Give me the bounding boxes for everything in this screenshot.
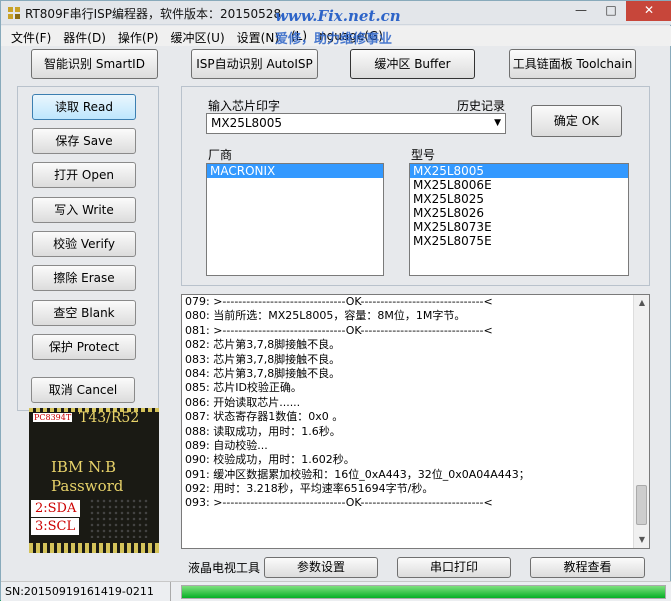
log-scrollbar[interactable]: ▲ ▼	[633, 295, 649, 548]
blank-button[interactable]: 查空 Blank	[32, 300, 136, 326]
toolchain-button[interactable]: 工具链面板 Toolchain	[509, 49, 636, 79]
smartid-button[interactable]: 智能识别 SmartID	[31, 49, 158, 79]
log-line: 089: 自动校验...	[185, 438, 268, 452]
log-line: 080: 当前所选：MX25L8005，容量：8M位，1M字节。	[185, 309, 466, 323]
menu-bar: 文件(F) 器件(D) 操作(P) 缓冲区(U) 设置(N) (L) nguag…	[1, 26, 671, 46]
serial-number: SN:20150919161419-0211	[1, 582, 171, 601]
menu-device[interactable]: 器件(D)	[57, 26, 112, 46]
menu-language[interactable]: nguage(G)	[313, 26, 389, 46]
log-line: 087: 状态寄存器1数值：0x0 。	[185, 410, 344, 424]
log-line: 079: >-------------------------------OK-…	[185, 295, 493, 308]
verify-button[interactable]: 校验 Verify	[32, 231, 136, 257]
list-item[interactable]: MX25L8073E	[410, 220, 628, 234]
log-line: 082: 芯片第3,7,8脚接触不良。	[185, 338, 341, 352]
log-line: 085: 芯片ID校验正确。	[185, 381, 302, 395]
vendor-label: 厂商	[208, 148, 233, 162]
open-button[interactable]: 打开 Open	[32, 162, 136, 188]
ok-button[interactable]: 确定 OK	[531, 105, 622, 137]
menu-l[interactable]: (L)	[285, 26, 313, 46]
save-button[interactable]: 保存 Save	[32, 128, 136, 154]
log-line: 081: >-------------------------------OK-…	[185, 323, 493, 337]
status-bar: SN:20150919161419-0211	[1, 581, 671, 601]
chip-texture	[89, 498, 149, 538]
list-item[interactable]: MX25L8075E	[410, 234, 628, 248]
params-button[interactable]: 参数设置	[264, 557, 378, 578]
title-bar: RT809F串行ISP编程器，软件版本：20150528 www.Fix.net…	[1, 1, 671, 25]
lcd-tool-label: 液晶电视工具	[188, 561, 261, 575]
log-line: 090: 校验成功，用时：1.602秒。	[185, 453, 355, 467]
list-item[interactable]: MACRONIX	[207, 164, 383, 178]
list-item[interactable]: MX25L8025	[410, 192, 628, 206]
log-line: 088: 读取成功，用时：1.6秒。	[185, 424, 341, 438]
erase-button[interactable]: 擦除 Erase	[32, 265, 136, 291]
chip-mark-value: MX25L8005	[211, 116, 283, 130]
operation-panel: 读取 Read 保存 Save 打开 Open 写入 Write 校验 Veri…	[17, 86, 159, 411]
chip-tag: PC8394T	[33, 413, 73, 422]
progress-fill	[182, 586, 665, 598]
list-item[interactable]: MX25L8005	[410, 164, 628, 178]
chip-pin-sda: 2:SDA	[31, 500, 81, 517]
history-label: 历史记录	[457, 99, 506, 113]
log-line: 092: 用时：3.218秒，平均速率651694字节/秒。	[185, 482, 434, 496]
log-line: 084: 芯片第3,7,8脚接触不良。	[185, 366, 341, 380]
chip-mark-combobox[interactable]: MX25L8005 ▼	[206, 113, 506, 134]
menu-buffer[interactable]: 缓冲区(U)	[165, 26, 231, 46]
scroll-thumb[interactable]	[636, 485, 647, 525]
window-title: RT809F串行ISP编程器，软件版本：20150528	[25, 7, 282, 21]
log-line: 083: 芯片第3,7,8脚接触不良。	[185, 352, 341, 366]
app-window: RT809F串行ISP编程器，软件版本：20150528 www.Fix.net…	[0, 0, 671, 601]
chip-caption: IBM N.B Password	[51, 458, 123, 496]
chip-caption-line2: Password	[51, 477, 124, 495]
chip-image: PC8394T T43/R52 IBM N.B Password 2:SDA 3:…	[29, 408, 159, 553]
list-item[interactable]: MX25L8006E	[410, 178, 628, 192]
close-icon[interactable]: ✕	[626, 1, 671, 21]
scroll-up-icon[interactable]: ▲	[634, 295, 649, 311]
protect-button[interactable]: 保护 Protect	[32, 334, 136, 360]
scroll-down-icon[interactable]: ▼	[634, 532, 649, 548]
menu-file[interactable]: 文件(F)	[5, 26, 57, 46]
log-line: 091: 缓冲区数据累加校验和：16位_0xA443，32位_0x0A04A44…	[185, 467, 530, 481]
read-button[interactable]: 读取 Read	[32, 94, 136, 120]
vendor-list[interactable]: MACRONIX	[206, 163, 384, 276]
model-list[interactable]: MX25L8005 MX25L8006E MX25L8025 MX25L8026…	[409, 163, 629, 276]
cancel-button[interactable]: 取消 Cancel	[31, 377, 135, 403]
app-icon	[8, 7, 20, 19]
progress-bar	[181, 585, 666, 599]
chip-mark-label: 输入芯片印字	[208, 99, 281, 113]
log-line: 086: 开始读取芯片......	[185, 395, 301, 409]
chip-code: T43/R52	[79, 410, 140, 426]
minimize-icon[interactable]: —	[566, 1, 596, 21]
chip-pins-bottom	[29, 543, 159, 553]
maximize-icon[interactable]: □	[596, 1, 626, 21]
autoisp-button[interactable]: ISP自动识别 AutoISP	[191, 49, 318, 79]
log-line: 093: >-------------------------------OK-…	[185, 496, 493, 510]
tutorial-button[interactable]: 教程查看	[530, 557, 645, 578]
chip-caption-line1: IBM N.B	[51, 458, 117, 476]
list-item[interactable]: MX25L8026	[410, 206, 628, 220]
watermark-url: www.Fix.net.cn	[275, 7, 401, 25]
log-output[interactable]: 079: >-------------------------------OK-…	[181, 294, 650, 549]
menu-operation[interactable]: 操作(P)	[112, 26, 165, 46]
menu-settings[interactable]: 设置(N)	[231, 26, 285, 46]
model-label: 型号	[411, 148, 436, 162]
chip-pin-scl: 3:SCL	[31, 518, 80, 535]
serial-print-button[interactable]: 串口打印	[397, 557, 511, 578]
buffer-button[interactable]: 缓冲区 Buffer	[350, 49, 475, 79]
dropdown-arrow-icon[interactable]: ▼	[494, 114, 501, 133]
write-button[interactable]: 写入 Write	[32, 197, 136, 223]
